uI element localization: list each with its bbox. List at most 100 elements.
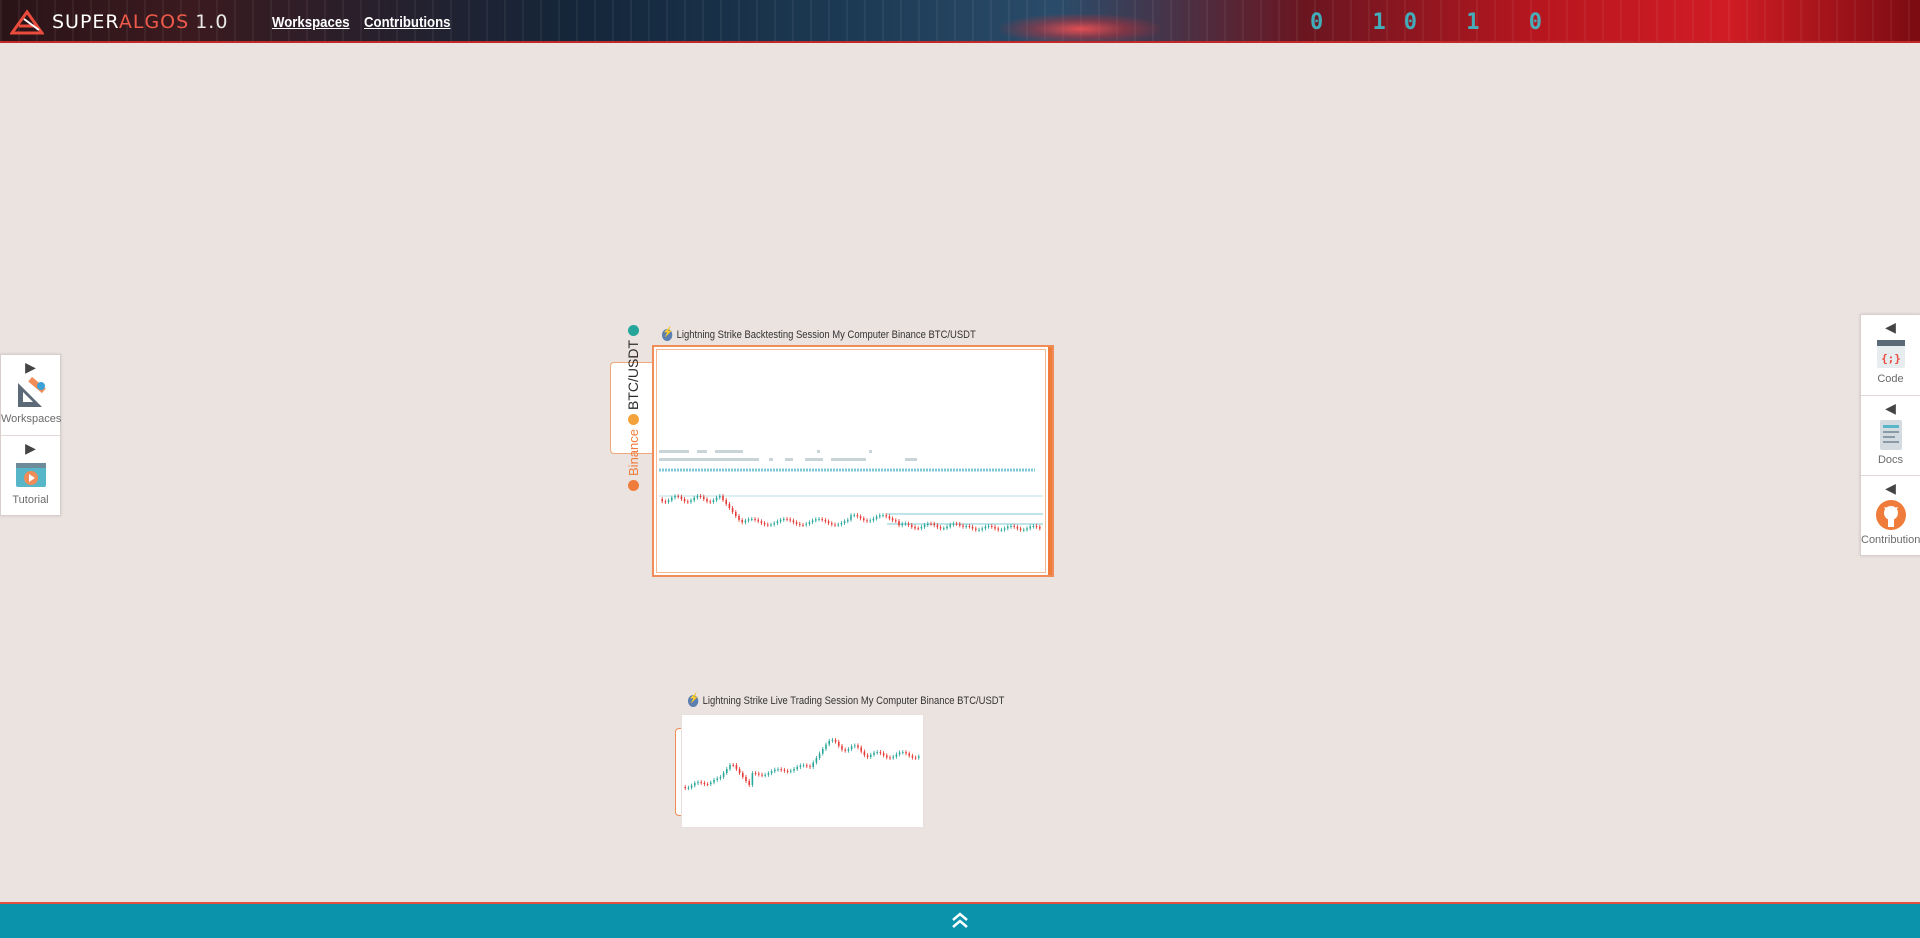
candle-body: [726, 769, 728, 773]
candle-body: [882, 515, 884, 517]
candle-body: [905, 752, 907, 754]
candle-body: [661, 499, 663, 502]
candle-body: [706, 784, 709, 786]
candle-body: [712, 500, 715, 502]
expand-arrow-icon[interactable]: ▶: [1, 355, 60, 375]
brand-logo[interactable]: SUPERALGOS 1.0: [10, 8, 228, 36]
candle-body: [920, 526, 923, 529]
candle-body: [978, 529, 980, 531]
candle-body: [1007, 526, 1009, 529]
candle-body: [783, 769, 786, 771]
candle-body: [844, 749, 846, 751]
candle-body: [735, 512, 737, 516]
candle-body: [732, 765, 734, 766]
candle-body: [773, 523, 775, 525]
collapse-arrow-icon[interactable]: ◀: [1861, 396, 1920, 416]
candle-body: [792, 520, 795, 523]
svg-text:{;}: {;}: [1881, 352, 1901, 365]
candle-body: [1003, 528, 1006, 530]
indicator-label-placeholder: [659, 450, 689, 453]
candle-body: [748, 781, 750, 785]
code-icon: {;}: [1876, 340, 1905, 368]
dock-label-docs: Docs: [1877, 454, 1904, 466]
indicator-label-placeholder: [817, 450, 820, 453]
candle-body: [1019, 528, 1022, 530]
candle-body: [1029, 526, 1031, 529]
candlesticks: [661, 494, 1041, 532]
candle-body: [808, 522, 811, 524]
nav-contributions-link[interactable]: Contributions: [364, 14, 451, 31]
candle-body: [745, 777, 747, 781]
double-chevron-up-icon[interactable]: [950, 910, 970, 930]
dock-item-tutorial[interactable]: ▶ Tutorial: [1, 435, 60, 515]
candle-body: [741, 520, 743, 523]
candle-body: [981, 528, 983, 530]
candle-body: [815, 519, 817, 521]
candle-body: [802, 524, 804, 526]
candle-body: [729, 765, 731, 769]
candle-body: [696, 496, 699, 498]
backtest-panel-title-text: Lightning Strike Backtesting Session My …: [676, 329, 976, 341]
usdt-icon: [627, 325, 638, 337]
github-icon: [1875, 500, 1906, 530]
workspaces-icon: [17, 377, 46, 407]
candle-body: [863, 518, 865, 521]
dock-item-docs[interactable]: ◀ Docs: [1861, 395, 1920, 475]
candle-body: [796, 766, 798, 770]
candle-body: [821, 519, 823, 521]
dock-label-tutorial: Tutorial: [12, 494, 49, 506]
tutorial-icon: [15, 463, 46, 487]
collapse-arrow-icon[interactable]: ◀: [1861, 476, 1920, 496]
dock-label-workspaces: Workspaces: [1, 413, 62, 425]
candle-body: [930, 523, 932, 525]
candle-body: [1035, 526, 1038, 528]
candle-body: [715, 497, 718, 501]
candle-body: [888, 516, 891, 519]
candlesticks: [684, 737, 920, 791]
indicator-label-placeholder: [659, 458, 759, 461]
panel-resize-handle[interactable]: [1048, 347, 1052, 575]
nav-workspaces-link[interactable]: Workspaces: [272, 14, 350, 31]
candle-body: [710, 782, 712, 785]
candle-body: [904, 523, 907, 525]
candle-body: [968, 526, 971, 528]
candle-body: [866, 520, 868, 522]
candle-body: [779, 519, 782, 522]
candle-body: [776, 521, 779, 524]
backtest-chart-frame[interactable]: [652, 345, 1054, 577]
candle-body: [706, 499, 708, 502]
dock-item-code[interactable]: ◀ {;} Code: [1861, 315, 1920, 395]
candle-body: [742, 773, 744, 777]
expand-arrow-icon[interactable]: ▶: [1, 436, 60, 456]
candle-body: [716, 778, 718, 780]
candle-body: [777, 769, 779, 771]
candle-body: [870, 754, 872, 757]
candle-body: [767, 524, 769, 526]
collapse-arrow-icon[interactable]: ◀: [1861, 315, 1920, 335]
candle-body: [908, 753, 910, 756]
backtest-chart-area[interactable]: [656, 349, 1046, 573]
dock-label-contributions: Contributions: [1861, 534, 1920, 546]
candle-body: [1032, 526, 1035, 528]
bottom-bar[interactable]: [0, 902, 1920, 938]
candle-body: [943, 528, 945, 530]
candle-body: [713, 779, 715, 783]
live-chart-frame[interactable]: [681, 714, 924, 828]
candle-body: [892, 756, 894, 758]
candle-body: [1000, 529, 1003, 531]
candle-body: [828, 740, 830, 745]
candle-body: [838, 741, 840, 746]
market-tab[interactable]: Binance BTC/USDT: [610, 325, 654, 491]
candle-body: [911, 755, 914, 758]
live-panel-title-text: Lightning Strike Live Trading Session My…: [702, 695, 1005, 707]
indicator-label-placeholder: [831, 458, 866, 461]
candle-body: [799, 523, 801, 525]
candle-body: [841, 745, 843, 750]
brand-name-prefix: SUPER: [52, 11, 119, 33]
candle-body: [831, 739, 834, 741]
candle-body: [895, 520, 897, 522]
dock-item-contributions[interactable]: ◀ Contributions: [1861, 475, 1920, 555]
candle-body: [850, 746, 853, 750]
dock-item-workspaces[interactable]: ▶ Workspaces: [1, 355, 62, 435]
candle-body: [834, 524, 836, 526]
